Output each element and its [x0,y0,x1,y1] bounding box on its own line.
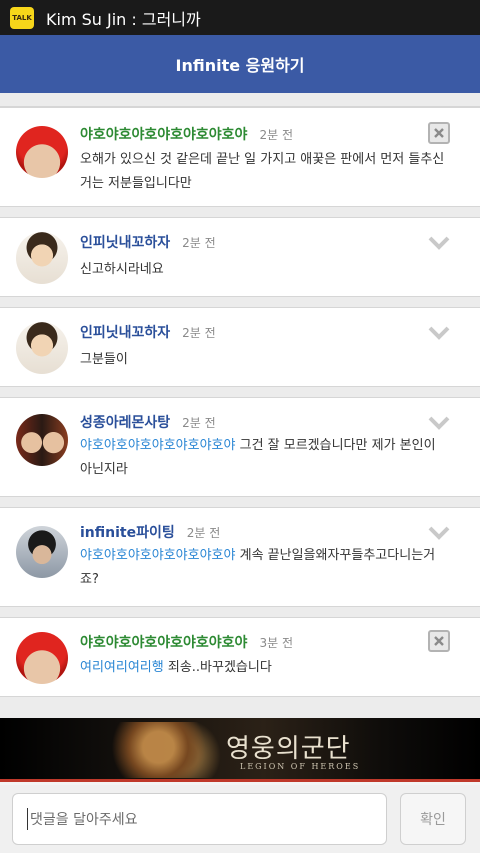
comment-time: 2분 전 [182,326,216,340]
comment-item[interactable]: 인피닛내꼬하자 2분 전 신고하시라네요 [0,217,480,297]
delete-icon[interactable] [428,122,450,144]
comment-text: 그분들이 [80,352,128,367]
comment-text: 신고하시라네요 [80,262,164,277]
comment-author[interactable]: infinite파이팅 [80,522,175,542]
delete-icon[interactable] [428,630,450,652]
comment-input-bar: 댓글을 달아주세요 확인 [0,785,480,853]
comment-item[interactable]: 인피닛내꼬하자 2분 전 그분들이 [0,307,480,387]
comment-time: 2분 전 [186,526,221,540]
confirm-button[interactable]: 확인 [400,793,466,845]
status-bar: TALK Kim Su Jin : 그러니까 [0,0,480,35]
chevron-down-icon[interactable] [428,526,450,540]
page-title: Infinite 응원하기 [175,56,305,75]
comment-meta: 인피닛내꼬하자 2분 전 [80,232,216,252]
comment-item[interactable]: 야호야호야호야호야호야호야 2분 전 오해가 있으신 것 같은데 끝난 일 가지… [0,107,480,207]
avatar[interactable] [16,414,68,466]
comment-text: 야호야호야호야호야호야호야 계속 끝난일을왜자꾸들추고다니는거죠? [80,544,450,592]
comment-time: 3분 전 [259,636,293,650]
comment-time: 2분 전 [182,236,216,250]
comment-item[interactable]: 성종아레몬사탕 2분 전 야호야호야호야호야호야호야 그건 잘 모르겠습니다만 … [0,397,480,497]
avatar[interactable] [16,322,68,374]
app-header: Infinite 응원하기 [0,35,480,93]
comment-author[interactable]: 인피닛내꼬하자 [80,322,170,342]
comment-meta: 인피닛내꼬하자 2분 전 [80,322,216,342]
comment-item[interactable]: infinite파이팅 2분 전 야호야호야호야호야호야호야 계속 끝난일을왜자… [0,507,480,607]
comment-author[interactable]: 성종아레몬사탕 [80,412,170,432]
text-caret [27,808,28,830]
comment-meta: 야호야호야호야호야호야호야 3분 전 [80,632,293,652]
ad-artwork [100,722,230,778]
comment-meta: infinite파이팅 2분 전 [80,522,220,542]
list-top-divider [0,93,480,107]
ad-title: 영웅의군단 [226,734,351,764]
chevron-down-icon[interactable] [428,236,450,250]
comment-list[interactable]: 야호야호야호야호야호야호야 2분 전 오해가 있으신 것 같은데 끝난 일 가지… [0,93,480,718]
chevron-down-icon[interactable] [428,416,450,430]
comment-meta: 성종아레몬사탕 2분 전 [80,412,216,432]
comment-text: 여리여리여리행 죄송..바꾸겠습니다 [80,656,450,680]
avatar[interactable] [16,632,68,684]
avatar[interactable] [16,126,68,178]
ad-banner[interactable]: 영웅의군단 LEGION OF HEROES [0,718,480,782]
comment-time: 2분 전 [182,416,216,430]
avatar[interactable] [16,232,68,284]
notification-text: Kim Su Jin : 그러니까 [46,9,201,29]
comment-meta: 야호야호야호야호야호야호야 2분 전 [80,124,293,144]
comment-mention[interactable]: 야호야호야호야호야호야호야 [80,438,235,453]
comment-text: 야호야호야호야호야호야호야 그건 잘 모르겠습니다만 제가 본인이 아닌지라 [80,434,450,482]
avatar[interactable] [16,526,68,578]
comment-mention[interactable]: 야호야호야호야호야호야호야 [80,548,235,563]
comment-input[interactable]: 댓글을 달아주세요 [12,793,387,845]
comment-input-placeholder: 댓글을 달아주세요 [30,812,138,828]
comment-author[interactable]: 야호야호야호야호야호야호야 [80,124,247,144]
comment-message: 죄송..바꾸겠습니다 [163,660,272,675]
comment-text: 오해가 있으신 것 같은데 끝난 일 가지고 애꿎은 판에서 먼저 들추신 거는… [80,152,445,191]
comment-author[interactable]: 인피닛내꼬하자 [80,232,170,252]
comment-author[interactable]: 야호야호야호야호야호야호야 [80,632,247,652]
chevron-down-icon[interactable] [428,326,450,340]
comment-mention[interactable]: 여리여리여리행 [80,660,164,675]
kakaotalk-icon: TALK [10,6,34,29]
ad-subtitle: LEGION OF HEROES [240,762,361,771]
comment-item[interactable]: 야호야호야호야호야호야호야 3분 전 여리여리여리행 죄송..바꾸겠습니다 [0,617,480,697]
comment-time: 2분 전 [259,128,293,142]
